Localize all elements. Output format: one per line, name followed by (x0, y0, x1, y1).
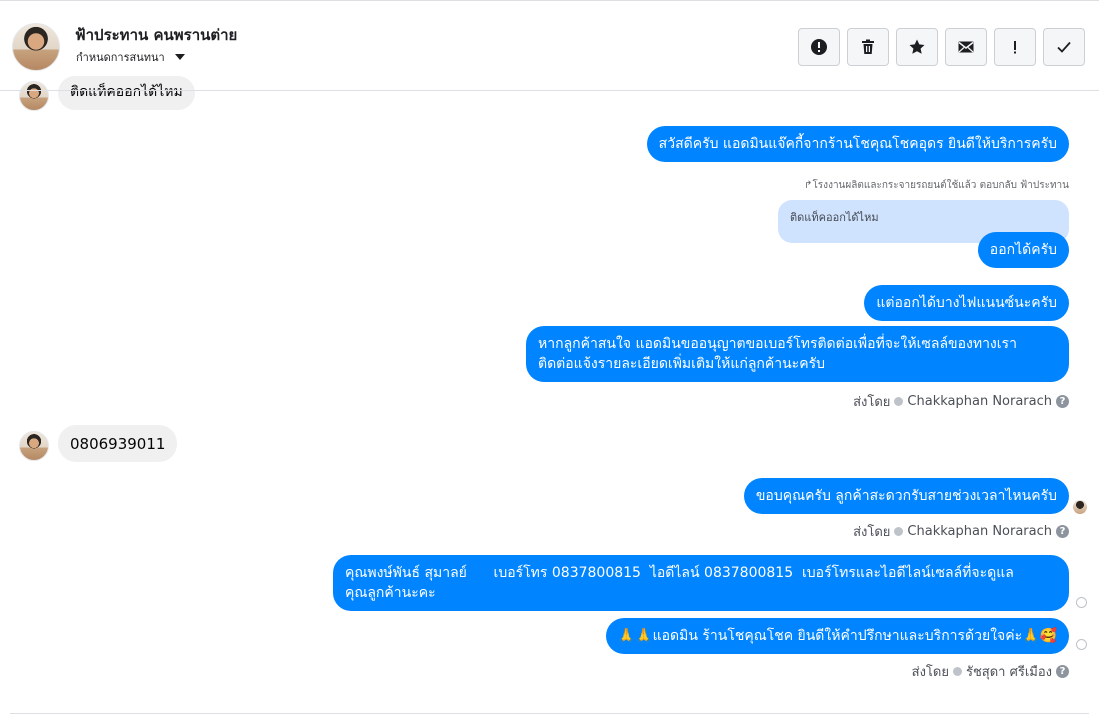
sent-by-info: ส่งโดย Chakkaphan Norarach ? (853, 521, 1069, 542)
caret-down-icon (174, 54, 185, 60)
incoming-message: 0806939011 (58, 425, 178, 462)
composer-divider (10, 713, 1089, 714)
delivered-icon (1076, 639, 1087, 650)
contact-avatar-small (19, 81, 49, 111)
sent-by-info: ส่งโดย รัชสุดา ศรีเมือง ? (912, 661, 1069, 682)
schedule-label: กำหนดการสนทนา (76, 51, 165, 64)
sender-name[interactable]: รัชสุดา ศรีเมือง (966, 661, 1052, 682)
mark-unread-button[interactable] (945, 28, 987, 66)
outgoing-message: สวัสดีครับ แอดมินแจ๊คกี้จากร้านโชคุณโชคอ… (646, 126, 1069, 162)
star-icon (909, 39, 925, 54)
alert-circle-icon (811, 39, 827, 55)
exclamation-icon (1014, 41, 1016, 54)
outgoing-message-multiline: คุณพงษ์พันธ์ สุมาลย์ เบอร์โทร 0837800815… (333, 555, 1069, 611)
message-line: คุณลูกค้านะคะ (345, 585, 436, 601)
reply-note-text: โรงงานผลิตและกระจายรถยนต์ใช้แล้ว ตอบกลับ… (812, 180, 1069, 191)
help-icon[interactable]: ? (1056, 665, 1069, 678)
conversation-schedule-dropdown[interactable]: กำหนดการสนทนา (76, 48, 185, 66)
delivered-icon (1076, 597, 1087, 608)
conversation-toolbar (798, 28, 1085, 66)
contact-avatar[interactable] (12, 23, 60, 71)
sender-name[interactable]: Chakkaphan Norarach (907, 524, 1052, 539)
sender-name[interactable]: Chakkaphan Norarach (907, 394, 1052, 409)
outgoing-message: ขอบคุณครับ ลูกค้าสะดวกรับสายช่วงเวลาไหนค… (743, 478, 1069, 514)
outgoing-message-multiline: หากลูกค้าสนใจ แอดมินขออนุญาตขอเบอร์โทรติ… (526, 326, 1069, 382)
sent-by-label: ส่งโดย (911, 665, 949, 680)
help-icon[interactable]: ? (1056, 395, 1069, 408)
star-button[interactable] (896, 28, 938, 66)
envelope-icon (958, 41, 974, 53)
trash-icon (862, 39, 874, 54)
help-icon[interactable]: ? (1056, 525, 1069, 538)
message-line: คุณพงษ์พันธ์ สุมาลย์ เบอร์โทร 0837800815… (345, 565, 1014, 581)
done-button[interactable] (1043, 28, 1085, 66)
sent-by-label: ส่งโดย (853, 395, 891, 410)
important-button[interactable] (994, 28, 1036, 66)
outgoing-message: แต่ออกได้บางไฟแนนซ์นะครับ (864, 285, 1069, 321)
sent-by-info: ส่งโดย Chakkaphan Norarach ? (853, 391, 1069, 412)
outgoing-message: ออกได้ครับ (977, 232, 1069, 268)
verified-icon (894, 527, 904, 536)
message-line: ติดต่อแจ้งรายละเอียดเพิ่มเติมให้แก่ลูกค้… (538, 356, 825, 372)
verified-icon (894, 397, 904, 406)
message-line: หากลูกค้าสนใจ แอดมินขออนุญาตขอเบอร์โทรติ… (538, 336, 1017, 352)
check-icon (1057, 41, 1071, 53)
contact-avatar-small (19, 431, 49, 461)
reply-note: ↱โรงงานผลิตและกระจายรถยนต์ใช้แล้ว ตอบกลั… (804, 180, 1069, 191)
spam-button[interactable] (798, 28, 840, 66)
delete-button[interactable] (847, 28, 889, 66)
sent-by-label: ส่งโดย (853, 525, 891, 540)
verified-icon (952, 667, 962, 676)
contact-name[interactable]: ฟ้าประทาน คนพรานต่าย (75, 23, 237, 47)
seen-avatar (1073, 500, 1087, 514)
incoming-message: ติดแท็คออกได้ไหม (58, 76, 195, 110)
outgoing-message: 🙏🙏แอดมิน ร้านโชคุณโชค ยินดีให้คำปรึกษาแล… (605, 618, 1069, 654)
